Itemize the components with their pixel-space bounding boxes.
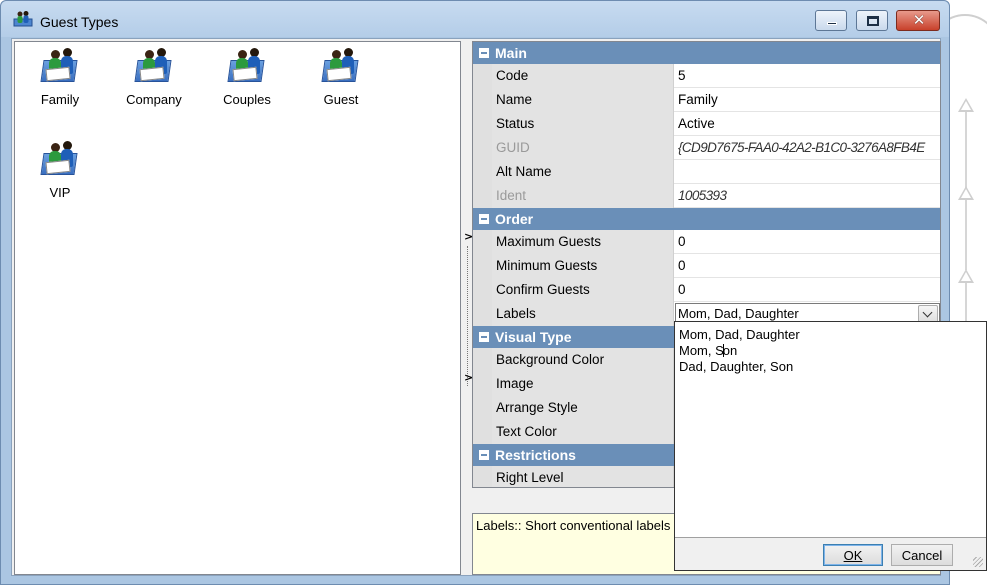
guest-type-icon [227,46,267,84]
property-value[interactable] [675,160,940,184]
property-row-ident[interactable]: Ident 1005393 [473,184,940,208]
resize-grip[interactable] [973,557,983,567]
text-fragment: on [722,343,738,358]
background-arrow-up-icon [958,269,974,283]
guest-type-list[interactable]: Family Company Couples Guest VIP [14,41,461,575]
window-title: Guest Types [40,14,119,30]
guest-type-label: Guest [323,92,359,107]
category-label: Order [495,211,534,227]
property-row-code[interactable]: Code 5 [473,64,940,88]
property-name: Arrange Style [492,396,674,420]
guest-type-item-vip[interactable]: VIP [20,139,100,200]
labels-text-editor[interactable]: Mom, Dad, Daughter Mom, Son Dad, Daughte… [675,322,986,536]
guest-type-icon [134,46,174,84]
background-arrow-up-icon [958,98,974,112]
property-value[interactable]: Active [675,112,940,136]
maximize-button[interactable] [856,10,888,31]
guest-type-label: Family [40,92,80,107]
guest-type-label: VIP [49,185,71,200]
property-name: Name [492,88,674,112]
guest-type-icon [321,46,361,84]
property-row-alt-name[interactable]: Alt Name [473,160,940,184]
property-name: Minimum Guests [492,254,674,278]
collapse-icon[interactable] [479,214,489,224]
text-fragment: Mom, S [679,343,724,358]
cancel-label: Cancel [901,548,943,563]
property-value: {CD9D7675-FAA0-42A2-B1C0-3276A8FB4E [678,140,925,155]
property-name: Ident [492,184,674,208]
property-value[interactable]: 5 [675,64,940,88]
property-name: Status [492,112,674,136]
category-label: Main [495,45,527,61]
property-value[interactable]: 0 [675,230,940,254]
background-line [965,112,967,188]
category-label: Visual Type [495,329,572,345]
property-row-minimum-guests[interactable]: Minimum Guests 0 [473,254,940,278]
list-item: Mom, Dad, Daughter [679,327,800,342]
property-row-name[interactable]: Name Family [473,88,940,112]
property-name: Right Level [492,466,674,487]
property-value[interactable]: Family [675,88,940,112]
guest-type-item-couples[interactable]: Couples [207,46,287,107]
property-name: Code [492,64,674,88]
minimize-button[interactable] [815,10,847,31]
guest-types-app-icon [13,11,33,27]
collapse-icon[interactable] [479,48,489,58]
property-name: GUID [492,136,674,160]
property-name: Background Color [492,348,674,372]
property-row-maximum-guests[interactable]: Maximum Guests 0 [473,230,940,254]
property-name: Confirm Guests [492,278,674,302]
property-row-confirm-guests[interactable]: Confirm Guests 0 [473,278,940,302]
title-bar[interactable]: Guest Types ✕ [1,1,949,37]
list-item: Mom, Son [679,343,986,359]
close-button[interactable]: ✕ [896,10,940,31]
labels-dropdown-popup: Mom, Dad, Daughter Mom, Son Dad, Daughte… [674,321,987,571]
category-order[interactable]: Order [473,208,940,230]
property-value[interactable]: 0 [675,254,940,278]
guest-type-label: Couples [223,92,271,107]
category-main[interactable]: Main [473,42,940,64]
property-row-guid[interactable]: GUID {CD9D7675-FAA0-42A2-B1C0-3276A8FB4E [473,136,940,160]
close-icon: ✕ [912,11,926,29]
collapse-icon[interactable] [479,450,489,460]
background-arrow-up-icon [958,186,974,200]
property-name: Text Color [492,420,674,444]
collapse-icon[interactable] [479,332,489,342]
ok-label: OK [843,548,863,563]
property-value[interactable]: 0 [675,278,940,302]
category-label: Restrictions [495,447,576,463]
background-line [965,283,967,323]
property-name: Alt Name [492,160,674,184]
guest-type-label: Company [126,92,182,107]
background-line [965,200,967,270]
guest-type-item-family[interactable]: Family [20,46,100,107]
guest-type-item-guest[interactable]: Guest [301,46,381,107]
labels-value: Mom, Dad, Daughter [678,306,799,321]
guest-type-icon [40,139,80,177]
property-name: Labels [492,302,674,326]
popup-footer: OK Cancel [675,537,986,570]
guest-type-icon [40,46,80,84]
minimize-icon [827,22,837,25]
guest-type-item-company[interactable]: Company [114,46,194,107]
panel-splitter[interactable]: > > [464,41,473,575]
property-value: 1005393 [678,188,727,203]
property-name: Image [492,372,674,396]
cancel-button[interactable]: Cancel [891,544,953,566]
ok-button[interactable]: OK [823,544,883,566]
splitter-grip [467,246,468,386]
maximize-icon [867,16,879,26]
list-item: Dad, Daughter, Son [679,359,794,374]
property-row-status[interactable]: Status Active [473,112,940,136]
property-name: Maximum Guests [492,230,674,254]
